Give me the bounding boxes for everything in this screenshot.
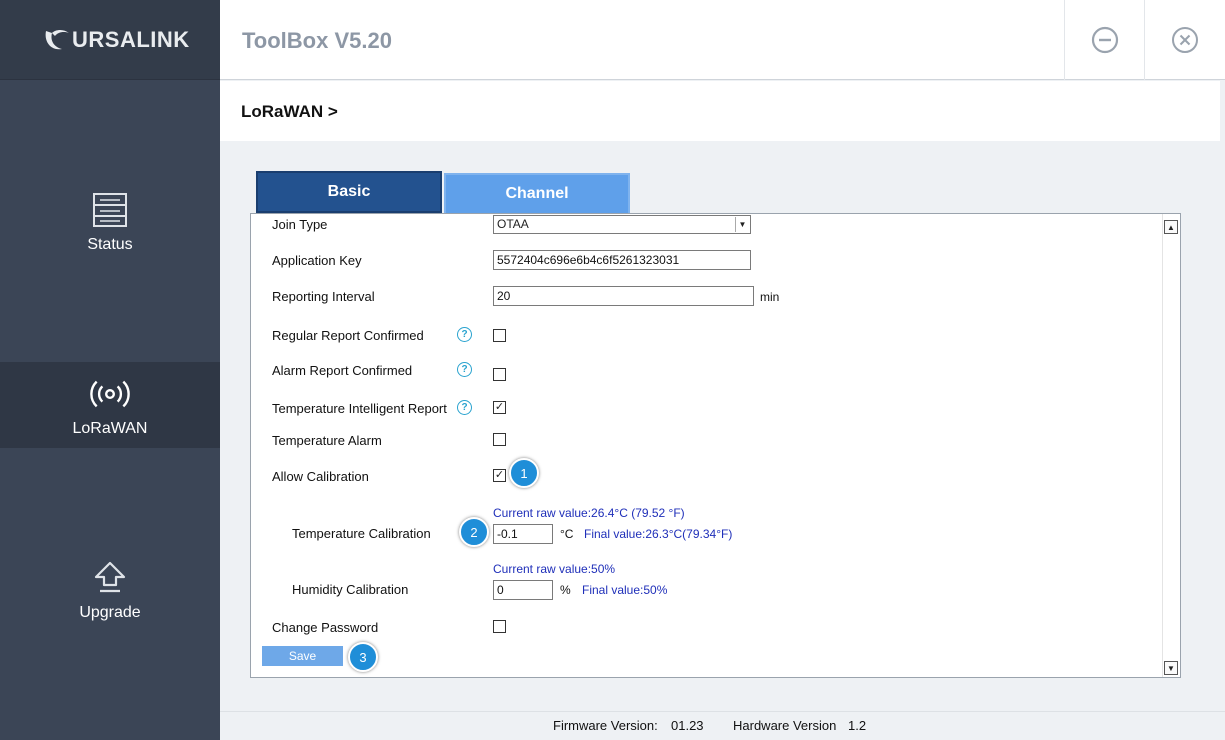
step-badge-1: 1 [509, 458, 539, 488]
sidebar-item-label: Status [87, 236, 133, 253]
temperature-final-value: Final value:26.3°C(79.34°F) [584, 527, 733, 541]
regular-report-confirmed-label: Regular Report Confirmed [272, 328, 424, 343]
tab-channel[interactable]: Channel [444, 173, 630, 215]
humidity-calibration-unit: % [560, 583, 571, 597]
step-badge-2: 2 [459, 517, 489, 547]
chevron-down-icon: ▼ [735, 217, 749, 232]
firmware-value: 01.23 [671, 718, 704, 733]
checkmark-icon: ✓ [494, 401, 505, 413]
application-key-label: Application Key [272, 253, 362, 268]
scrollbar[interactable]: ▲ ▼ [1162, 214, 1180, 677]
sidebar: URSALINK Status LoRaWAN Upgrade [0, 0, 220, 740]
logo-text: URSALINK [72, 26, 190, 52]
footer: Firmware Version: 01.23 Hardware Version… [220, 711, 1225, 740]
join-type-value: OTAA [497, 217, 529, 231]
temperature-alarm-label: Temperature Alarm [272, 433, 382, 448]
radio-signal-icon [90, 380, 130, 408]
temperature-alarm-checkbox[interactable] [493, 433, 506, 446]
regular-report-confirmed-checkbox[interactable] [493, 329, 506, 342]
server-icon [93, 193, 127, 227]
application-key-input[interactable] [493, 250, 751, 270]
breadcrumb-bar: LoRaWAN > [220, 81, 1220, 141]
help-icon[interactable]: ? [457, 400, 472, 415]
help-icon[interactable]: ? [457, 327, 472, 342]
humidity-calibration-input[interactable] [493, 580, 553, 600]
app-title: ToolBox V5.20 [242, 28, 392, 53]
scroll-up-button[interactable]: ▲ [1164, 220, 1178, 234]
close-icon [1171, 27, 1198, 53]
hardware-label: Hardware Version [733, 718, 837, 733]
allow-calibration-checkbox[interactable]: ✓ [493, 469, 506, 482]
join-type-select[interactable]: OTAA ▼ [493, 215, 751, 234]
temperature-intelligent-report-checkbox[interactable]: ✓ [493, 401, 506, 414]
breadcrumb: LoRaWAN > [241, 102, 338, 121]
title-bar: ToolBox V5.20 [220, 0, 1225, 80]
sidebar-item-label: LoRaWAN [72, 420, 148, 437]
scroll-down-button[interactable]: ▼ [1164, 661, 1178, 675]
temperature-calibration-input[interactable] [493, 524, 553, 544]
change-password-label: Change Password [272, 620, 379, 635]
minimize-icon [1091, 26, 1118, 54]
ursalink-logo-icon [45, 29, 69, 49]
close-button[interactable] [1144, 0, 1224, 80]
change-password-checkbox[interactable] [493, 620, 506, 633]
humidity-final-value: Final value:50% [582, 583, 668, 597]
join-type-label: Join Type [272, 217, 328, 232]
upload-arrow-icon [94, 561, 126, 593]
sidebar-item-status[interactable]: Status [0, 180, 220, 280]
step-badge-3: 3 [348, 642, 378, 672]
sidebar-item-label: Upgrade [79, 604, 141, 621]
sidebar-item-lorawan[interactable]: LoRaWAN [0, 362, 220, 448]
reporting-interval-unit: min [760, 290, 780, 304]
settings-panel: ▲ ▼ Join Type OTAA ▼ Application Key Rep… [250, 213, 1181, 678]
tab-basic[interactable]: Basic [256, 171, 442, 213]
reporting-interval-label: Reporting Interval [272, 289, 375, 304]
checkmark-icon: ✓ [494, 469, 505, 481]
humidity-raw-value: Current raw value:50% [493, 562, 616, 576]
hardware-value: 1.2 [848, 718, 867, 733]
alarm-report-confirmed-label: Alarm Report Confirmed [272, 363, 413, 378]
temperature-intelligent-report-label: Temperature Intelligent Report [272, 401, 447, 416]
temperature-calibration-label: Temperature Calibration [292, 526, 431, 541]
temperature-calibration-unit: °C [560, 527, 574, 541]
alarm-report-confirmed-checkbox[interactable] [493, 368, 506, 381]
minimize-button[interactable] [1064, 0, 1144, 80]
help-icon[interactable]: ? [457, 362, 472, 377]
logo: URSALINK [0, 0, 220, 80]
allow-calibration-label: Allow Calibration [272, 469, 369, 484]
reporting-interval-input[interactable] [493, 286, 754, 306]
save-button[interactable]: Save [262, 646, 343, 666]
sidebar-item-upgrade[interactable]: Upgrade [0, 548, 220, 648]
firmware-label: Firmware Version: [553, 718, 658, 733]
temperature-raw-value: Current raw value:26.4°C (79.52 °F) [493, 506, 685, 520]
humidity-calibration-label: Humidity Calibration [292, 582, 409, 597]
